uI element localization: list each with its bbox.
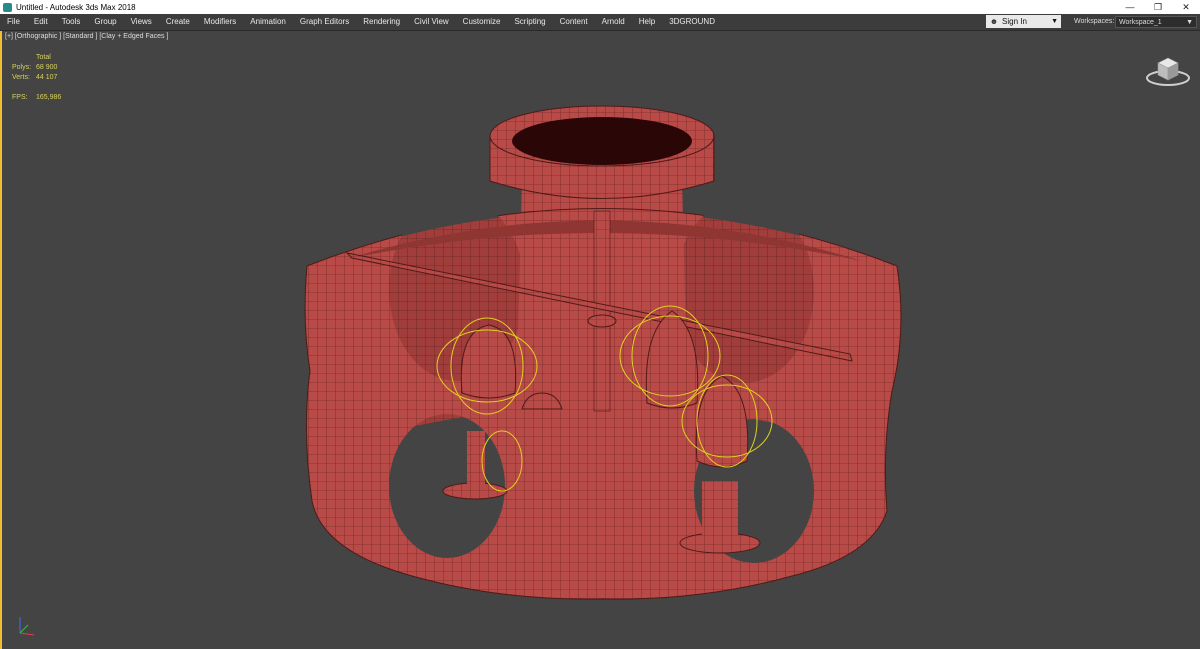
- verts-value: 44 107: [36, 74, 58, 81]
- workspace-select[interactable]: Workspace_1 ▼: [1115, 16, 1197, 28]
- sign-in-label: Sign In: [1002, 17, 1027, 26]
- window-controls: — ❐ ✕: [1116, 0, 1200, 14]
- menu-customize[interactable]: Customize: [456, 14, 508, 30]
- viewcube-icon[interactable]: [1145, 51, 1191, 87]
- polys-label: Polys:: [12, 64, 32, 71]
- menu-tools[interactable]: Tools: [55, 14, 88, 30]
- workspaces-label: Workspaces:: [1074, 18, 1115, 25]
- chandelier-model[interactable]: [2, 31, 1200, 649]
- close-button[interactable]: ✕: [1172, 0, 1200, 14]
- perspective-viewport[interactable]: [+] [Orthographic ] [Standard ] [Clay + …: [0, 31, 1200, 649]
- axis-tripod-icon: [19, 617, 35, 636]
- fps-label: FPS:: [12, 94, 28, 101]
- sign-in-dropdown[interactable]: ☻ Sign In ▼: [986, 15, 1061, 28]
- restore-button[interactable]: ❐: [1144, 0, 1172, 14]
- workspace-value: Workspace_1: [1119, 19, 1162, 26]
- menu-bar: File Edit Tools Group Views Create Modif…: [0, 14, 1200, 31]
- menu-3dground[interactable]: 3DGROUND: [662, 14, 722, 30]
- chevron-down-icon: ▼: [1186, 19, 1193, 26]
- app-icon: [3, 2, 12, 12]
- minimize-button[interactable]: —: [1116, 0, 1144, 14]
- menu-create[interactable]: Create: [159, 14, 197, 30]
- window-title: Untitled - Autodesk 3ds Max 2018: [16, 2, 136, 12]
- menu-group[interactable]: Group: [87, 14, 123, 30]
- polys-value: 68 900: [36, 64, 58, 71]
- viewport-statistics: Total Polys: 68 900 Verts: 44 107 FPS: 165,…: [12, 53, 61, 103]
- viewport-label[interactable]: [+] [Orthographic ] [Standard ] [Clay + …: [5, 33, 168, 40]
- menu-arnold[interactable]: Arnold: [595, 14, 632, 30]
- menu-file[interactable]: File: [0, 14, 27, 30]
- user-icon: ☻: [989, 17, 999, 26]
- menu-views[interactable]: Views: [124, 14, 159, 30]
- menu-help[interactable]: Help: [632, 14, 662, 30]
- fps-value: 165,986: [36, 94, 62, 101]
- verts-label: Verts:: [12, 74, 30, 81]
- chevron-down-icon: ▼: [1051, 18, 1058, 25]
- menu-edit[interactable]: Edit: [27, 14, 55, 30]
- menu-rendering[interactable]: Rendering: [356, 14, 407, 30]
- menu-scripting[interactable]: Scripting: [507, 14, 552, 30]
- stats-header: Total: [36, 54, 51, 61]
- menu-animation[interactable]: Animation: [243, 14, 293, 30]
- menu-content[interactable]: Content: [553, 14, 595, 30]
- title-bar: Untitled - Autodesk 3ds Max 2018 — ❐ ✕: [0, 0, 1200, 14]
- menu-graph-editors[interactable]: Graph Editors: [293, 14, 356, 30]
- menu-civil-view[interactable]: Civil View: [407, 14, 456, 30]
- menu-modifiers[interactable]: Modifiers: [197, 14, 243, 30]
